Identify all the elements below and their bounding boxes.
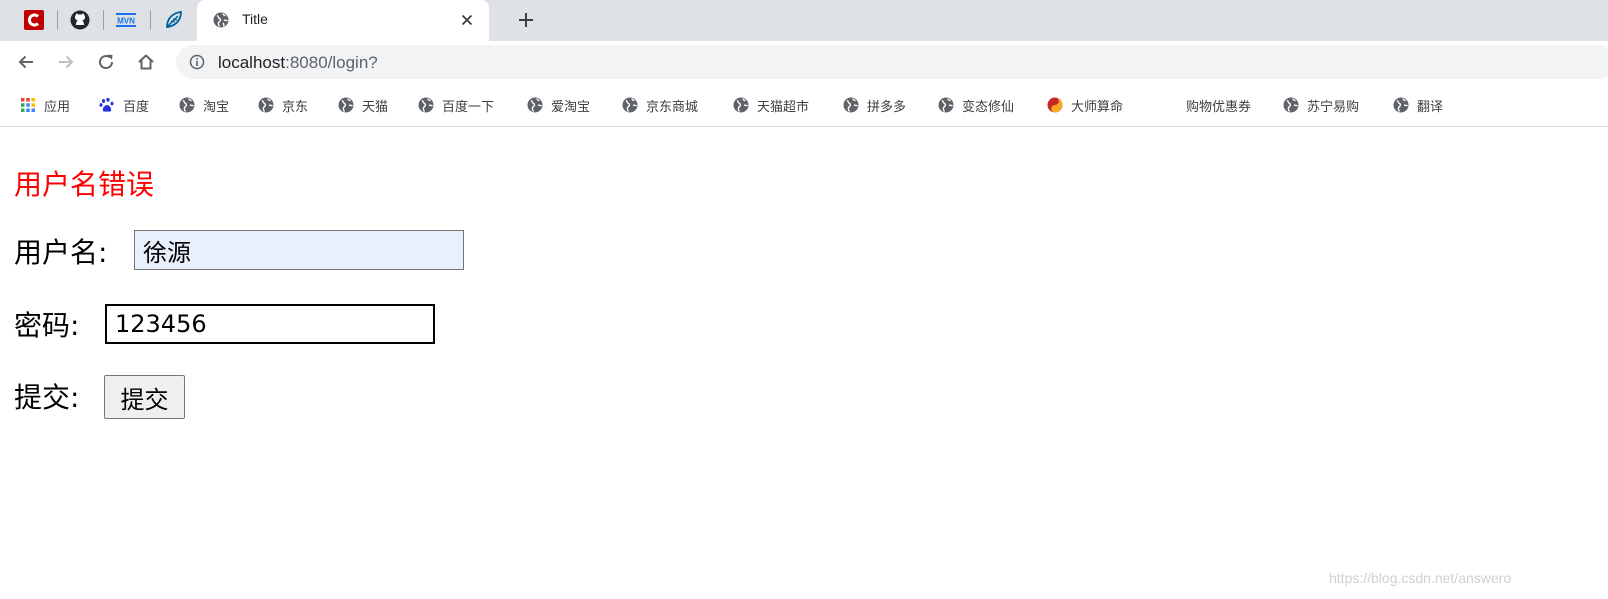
bookmark-label: 京东 (282, 99, 309, 115)
username-label: 用户名: (14, 236, 108, 269)
bookmark-ai-taobao[interactable]: 爱淘宝 (527, 96, 591, 115)
tab-separator (57, 10, 58, 30)
bookmark-suning[interactable]: 苏宁易购 (1283, 96, 1360, 115)
bookmark-baidu[interactable]: 百度 (99, 96, 150, 115)
globe-icon (418, 97, 434, 113)
reload-icon[interactable] (96, 52, 116, 72)
bookmark-coupons[interactable]: 购物优惠券 (1186, 96, 1252, 115)
bookmark-jingdong[interactable]: 京东 (258, 96, 309, 115)
globe-icon (622, 97, 638, 113)
bookmarks-bar: 应用 百度 淘宝 京东 天猫 百度一下 爱淘宝 京东商城 天猫超市 拼多多 变态… (0, 83, 1608, 127)
globe-icon (1283, 97, 1299, 113)
bookmark-label: 翻译 (1417, 99, 1444, 115)
globe-icon (938, 97, 954, 113)
bookmark-label: 天猫超市 (757, 99, 810, 115)
url-path: :8080/login? (285, 53, 378, 72)
globe-icon (179, 97, 195, 113)
tab-separator (103, 10, 104, 30)
pinned-tab-thymeleaf[interactable] (162, 7, 186, 33)
forward-arrow-icon[interactable] (56, 52, 76, 72)
browser-toolbar: localhost:8080/login? (0, 41, 1608, 83)
bookmark-label: 京东商城 (646, 99, 699, 115)
watermark: https://blog.csdn.net/answero (1329, 570, 1512, 586)
yin-yang-icon (1047, 97, 1063, 113)
tab-title: Title (242, 11, 268, 27)
mvn-label: MVN (117, 17, 135, 26)
globe-icon (1393, 97, 1409, 113)
bookmark-label: 大师算命 (1071, 99, 1124, 115)
password-label: 密码: (14, 309, 80, 342)
username-input[interactable] (134, 230, 464, 270)
bookmark-pinduoduo[interactable]: 拼多多 (843, 96, 907, 115)
url-host: localhost (218, 53, 286, 72)
globe-icon (338, 97, 354, 113)
bookmark-label: 应用 (44, 99, 71, 115)
bookmark-label: 淘宝 (203, 99, 230, 115)
bookmark-label: 爱淘宝 (551, 99, 591, 115)
submit-button[interactable]: 提交 (104, 375, 185, 419)
github-icon (70, 10, 90, 30)
apps-grid-icon (21, 98, 35, 112)
bookmark-label: 苏宁易购 (1307, 99, 1360, 115)
globe-icon (527, 97, 543, 113)
bookmark-label: 百度一下 (442, 99, 495, 115)
mvn-icon: MVN (116, 13, 136, 27)
back-arrow-icon[interactable] (16, 52, 36, 72)
error-message: 用户名错误 (14, 168, 155, 201)
password-input[interactable] (105, 304, 435, 344)
bookmark-label: 百度 (123, 99, 150, 115)
thymeleaf-icon (166, 10, 182, 29)
bookmark-label: 拼多多 (867, 99, 907, 115)
bookmark-taobao[interactable]: 淘宝 (179, 96, 230, 115)
tab-separator (150, 10, 151, 30)
pinned-tab-mvn[interactable]: MVN (114, 7, 138, 33)
url-text[interactable]: localhost:8080/login? (218, 53, 378, 73)
info-icon[interactable] (189, 54, 205, 70)
bookmark-biantai-xiuxian[interactable]: 变态修仙 (938, 96, 1015, 115)
bookmark-translate[interactable]: 翻译 (1393, 96, 1444, 115)
bookmark-baidu-search[interactable]: 百度一下 (418, 96, 495, 115)
bookmark-label: 变态修仙 (962, 99, 1015, 115)
globe-icon (213, 12, 229, 28)
tab-active[interactable]: Title (197, 0, 489, 41)
close-icon[interactable] (459, 12, 475, 28)
globe-icon (733, 97, 749, 113)
home-icon[interactable] (136, 52, 156, 72)
address-bar[interactable]: localhost:8080/login? (176, 45, 1608, 79)
pinned-tab-csdn[interactable] (22, 7, 46, 33)
globe-icon (258, 97, 274, 113)
csdn-icon (24, 10, 44, 30)
baidu-paw-icon (99, 97, 114, 112)
bookmark-tianmao[interactable]: 天猫 (338, 96, 389, 115)
bookmark-label: 天猫 (362, 99, 389, 115)
globe-icon (843, 97, 859, 113)
bookmark-dashi-suanming[interactable]: 大师算命 (1047, 96, 1124, 115)
submit-label: 提交: (14, 381, 80, 414)
pinned-tab-github[interactable] (68, 7, 92, 33)
plus-icon[interactable] (516, 10, 536, 30)
bookmark-apps[interactable]: 应用 (20, 96, 71, 115)
bookmark-jd-mall[interactable]: 京东商城 (622, 96, 699, 115)
bookmark-tmall-market[interactable]: 天猫超市 (733, 96, 810, 115)
tab-strip: MVN Title (0, 0, 1608, 41)
bookmark-label: 购物优惠券 (1186, 99, 1252, 115)
